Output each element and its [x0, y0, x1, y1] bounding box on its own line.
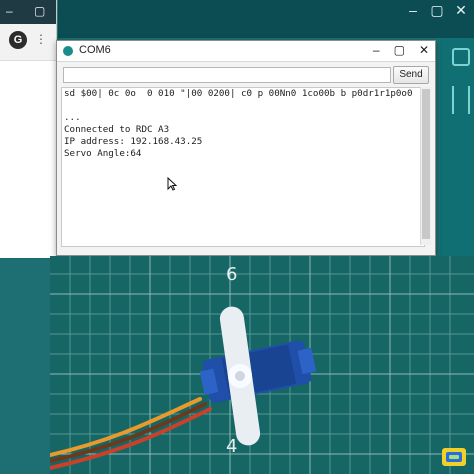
output-line: IP address: 192.168.43.25 [64, 136, 203, 147]
more-menu-icon[interactable]: ⋮ [35, 32, 47, 46]
bg-minimize-button[interactable]: – [406, 2, 420, 19]
overlay-app-icon [442, 448, 466, 466]
output-line: sd $00| 0c 0o 0 010 "|00 0200| c0 p 00Nn… [64, 88, 425, 99]
left-maximize-button[interactable]: ▢ [34, 4, 45, 18]
left-minimize-button[interactable]: – [6, 4, 13, 18]
background-window-titlebar: – ▢ ✕ [58, 0, 474, 38]
ide-window-edge [440, 38, 474, 258]
left-window-toolbar: G ⋮ [0, 24, 56, 61]
arduino-icon [63, 46, 73, 56]
left-window-titlebar: – ▢ [0, 0, 56, 24]
scrollbar-thumb[interactable] [422, 89, 430, 239]
output-line: Connected to RDC A3 [64, 124, 170, 135]
send-button[interactable]: Send [393, 66, 429, 84]
serial-monitor-icon[interactable] [452, 48, 470, 66]
serial-monitor-titlebar: COM6 – ▢ ✕ [57, 41, 435, 62]
serial-monitor-window: COM6 – ▢ ✕ Send sd $00| 0c 0o 0 010 "|00… [56, 40, 436, 256]
cutting-mat-grid [50, 256, 474, 474]
left-app-window: – ▢ G ⋮ [0, 0, 57, 258]
output-scrollbar[interactable] [420, 87, 431, 245]
output-line: Servo Angle:64 [64, 148, 142, 159]
maximize-button[interactable]: ▢ [394, 43, 405, 57]
mat-number-6: 6 [226, 264, 238, 285]
bg-maximize-button[interactable]: ▢ [430, 2, 444, 19]
output-line: ... [64, 112, 81, 123]
minimize-button[interactable]: – [373, 43, 380, 57]
serial-output-area[interactable]: sd $00| 0c 0o 0 010 "|00 0200| c0 p 00Nn… [61, 87, 425, 247]
send-row: Send [57, 62, 435, 88]
mat-number-4: 4 [226, 436, 238, 457]
serial-port-title: COM6 [79, 44, 111, 56]
serial-input-field[interactable] [63, 67, 391, 83]
app-logo-icon[interactable]: G [9, 31, 27, 49]
mouse-pointer-icon [167, 177, 177, 191]
ide-scroll-indicator [452, 86, 470, 114]
bg-close-button[interactable]: ✕ [454, 2, 468, 19]
close-button[interactable]: ✕ [419, 43, 429, 57]
servo-photo: 6 4 [50, 256, 474, 474]
